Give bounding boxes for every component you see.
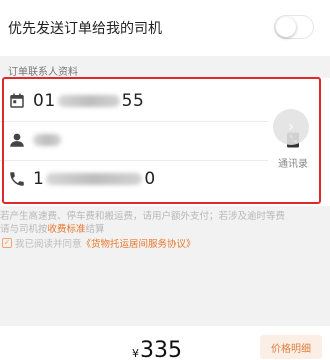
contact-field-1[interactable]: 01 55	[0, 80, 268, 122]
contact-field-2-value	[33, 130, 61, 150]
contact-field-3-suffix: 0	[144, 169, 156, 189]
fee-notice: 若产生高速费、停车费和搬运费，请用户额外支付；若涉及逾时等费 请与司机按收费标准…	[0, 210, 330, 236]
person-icon	[10, 133, 24, 147]
floating-assist-button[interactable]: ›	[273, 109, 309, 145]
redacted-mask	[33, 134, 61, 146]
check-icon: ✓	[3, 238, 11, 247]
calendar-icon	[10, 93, 24, 108]
price-footer: ¥335 价格明细	[0, 326, 330, 360]
contact-field-2[interactable]	[0, 119, 268, 161]
redacted-mask	[46, 173, 143, 185]
price-details-button[interactable]: 价格明细	[260, 335, 322, 359]
priority-dispatch-row: 优先发送订单给我的司机	[0, 0, 330, 56]
phone-icon	[10, 172, 24, 186]
contact-field-3-value: 10	[33, 169, 156, 189]
price-value: 335	[140, 338, 182, 360]
fee-notice-line-1: 若产生高速费、停车费和搬运费，请用户额外支付；若涉及逾时等费	[0, 211, 286, 222]
fee-notice-text: 请与司机按	[0, 224, 48, 235]
priority-dispatch-toggle[interactable]	[274, 15, 314, 39]
agreement-link[interactable]: 《货物托运居间服务协议》	[82, 236, 196, 250]
priority-dispatch-label: 优先发送订单给我的司机	[8, 21, 162, 37]
contact-field-3-prefix: 1	[33, 169, 45, 189]
contact-field-3[interactable]: 10	[0, 158, 268, 200]
fee-notice-text-end: 结算	[85, 224, 105, 235]
agreement-checkbox[interactable]: ✓	[2, 238, 12, 248]
fee-standard-link[interactable]: 收费标准	[48, 224, 86, 235]
redacted-mask	[57, 95, 120, 107]
chevron-right-icon: ›	[288, 119, 294, 135]
price-display: ¥335	[132, 338, 182, 360]
contact-field-1-prefix: 01	[33, 91, 56, 111]
contact-field-1-value: 01 55	[33, 91, 144, 111]
fee-notice-line-2: 请与司机按收费标准结算	[0, 223, 330, 236]
toggle-knob	[276, 17, 296, 37]
contact-section-title: 订单联系人资料	[8, 67, 78, 78]
contact-field-1-suffix: 55	[121, 91, 145, 111]
agreement-text: 我已阅读并同意	[15, 239, 82, 250]
contacts-book-label: 通讯录	[278, 158, 308, 170]
currency-symbol: ¥	[132, 347, 139, 360]
agreement-row: ✓ 我已阅读并同意 《货物托运居间服务协议》	[2, 236, 196, 250]
